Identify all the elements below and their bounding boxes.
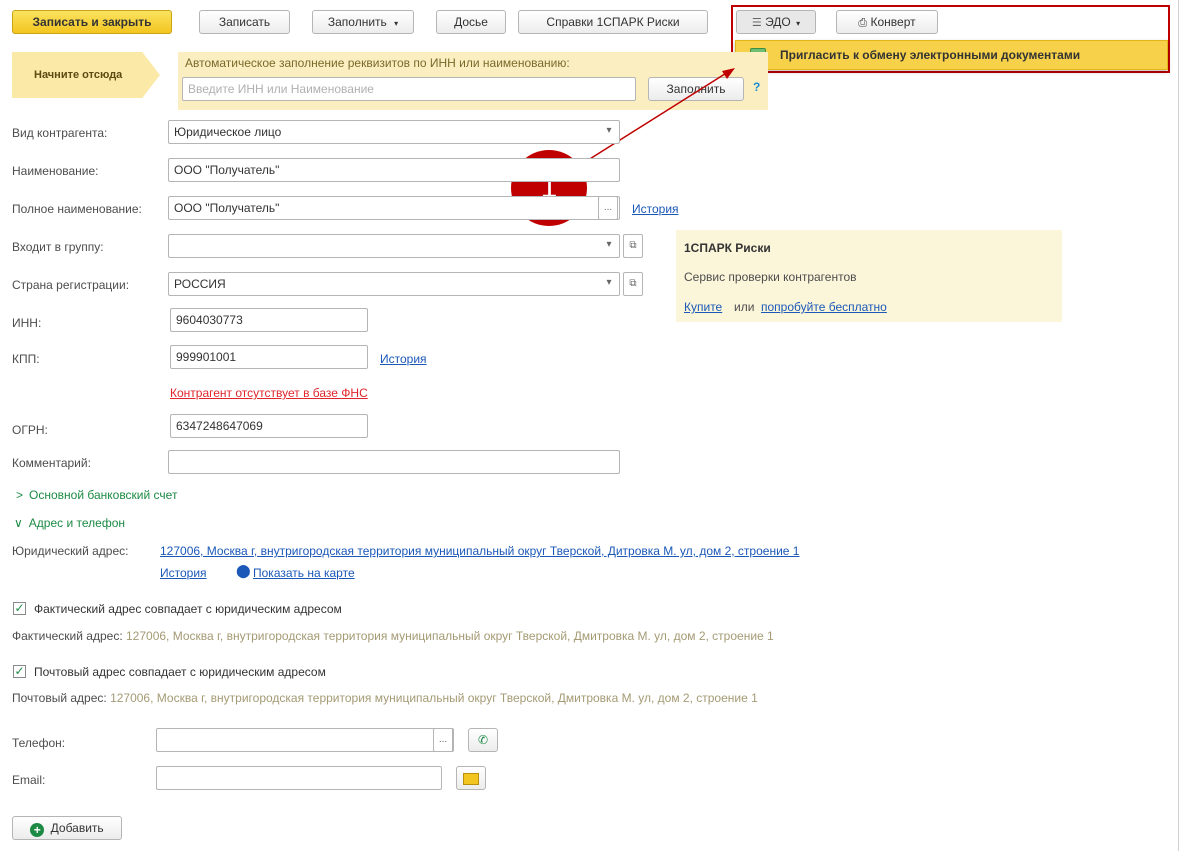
- kind-label: Вид контрагента:: [12, 126, 108, 140]
- full-name-label: Полное наименование:: [12, 202, 142, 216]
- phone-ellipsis-button[interactable]: ...: [433, 728, 453, 752]
- inn-input[interactable]: 9604030773: [170, 308, 368, 332]
- email-input[interactable]: [156, 766, 442, 790]
- kpp-value: 999901001: [176, 350, 237, 364]
- fns-warning-link[interactable]: Контрагент отсутствует в базе ФНС: [170, 386, 368, 400]
- kpp-input[interactable]: 999901001: [170, 345, 368, 369]
- address-phone-section-toggle[interactable]: ∨ Адрес и телефон: [14, 516, 125, 530]
- name-value: ООО "Получатель": [174, 163, 280, 177]
- kpp-label: КПП:: [12, 352, 40, 366]
- phone-input[interactable]: [156, 728, 454, 752]
- chevron-down-icon[interactable]: ▾: [599, 120, 619, 144]
- show-on-map-link[interactable]: Показать на карте: [253, 566, 355, 580]
- kind-value: Юридическое лицо: [174, 125, 282, 139]
- name-label: Наименование:: [12, 164, 99, 178]
- actual-address-row: Фактический адрес: 127006, Москва г, вну…: [12, 629, 774, 643]
- open-group-icon[interactable]: ⧉: [623, 234, 643, 258]
- add-label: Добавить: [50, 821, 104, 835]
- spark-subtitle: Сервис проверки контрагентов: [684, 270, 857, 284]
- actual-address-same-checkbox[interactable]: ✓: [13, 602, 26, 615]
- right-border: [1178, 0, 1179, 851]
- ogrn-value: 6347248647069: [176, 419, 263, 433]
- postal-address-value: 127006, Москва г, внутригородская террит…: [110, 691, 758, 705]
- chevron-down-icon[interactable]: ▾: [599, 272, 619, 296]
- spark-try-free-link[interactable]: попробуйте бесплатно: [761, 300, 887, 314]
- country-value: РОССИЯ: [174, 277, 226, 291]
- chevron-right-icon: >: [16, 488, 24, 502]
- open-country-icon[interactable]: ⧉: [623, 272, 643, 296]
- send-email-icon[interactable]: [456, 766, 486, 790]
- name-input[interactable]: ООО "Получатель": [168, 158, 620, 182]
- chevron-down-icon: ∨: [14, 516, 23, 530]
- ogrn-label: ОГРН:: [12, 423, 48, 437]
- add-contact-button[interactable]: + Добавить: [12, 816, 122, 840]
- email-label: Email:: [12, 773, 46, 787]
- comment-label: Комментарий:: [12, 456, 91, 470]
- chevron-down-icon[interactable]: ▾: [599, 234, 619, 258]
- legal-address-label: Юридический адрес:: [12, 544, 129, 558]
- spark-buy-link[interactable]: Купите: [684, 300, 722, 314]
- bank-account-section-toggle[interactable]: > Основной банковский счет: [16, 488, 177, 502]
- kind-select[interactable]: Юридическое лицо: [168, 120, 620, 144]
- country-select[interactable]: РОССИЯ: [168, 272, 620, 296]
- comment-input[interactable]: [168, 450, 620, 474]
- postal-address-label: Почтовый адрес:: [12, 691, 107, 705]
- phone-label: Телефон:: [12, 736, 66, 750]
- group-label: Входит в группу:: [12, 240, 104, 254]
- actual-address-same-label: Фактический адрес совпадает с юридически…: [34, 602, 342, 616]
- full-name-ellipsis-button[interactable]: ...: [598, 196, 618, 220]
- call-phone-icon[interactable]: ✆: [468, 728, 498, 752]
- actual-address-label: Фактический адрес:: [12, 629, 123, 643]
- plus-icon: +: [30, 823, 45, 837]
- inn-label: ИНН:: [12, 316, 42, 330]
- legal-address-link[interactable]: 127006, Москва г, внутригородская террит…: [160, 544, 799, 558]
- full-name-value: ООО "Получатель": [174, 201, 280, 215]
- full-name-input[interactable]: ООО "Получатель": [168, 196, 620, 220]
- spark-title: 1СПАРК Риски: [684, 241, 771, 255]
- address-section-label: Адрес и телефон: [28, 516, 126, 530]
- kpp-history-link[interactable]: История: [380, 352, 427, 366]
- full-name-history-link[interactable]: История: [632, 202, 679, 216]
- envelope-icon: [463, 773, 479, 785]
- bank-section-label: Основной банковский счет: [29, 488, 178, 502]
- ogrn-input[interactable]: 6347248647069: [170, 414, 368, 438]
- country-label: Страна регистрации:: [12, 278, 130, 292]
- inn-value: 9604030773: [176, 313, 243, 327]
- actual-address-value: 127006, Москва г, внутригородская террит…: [126, 629, 774, 643]
- postal-address-same-label: Почтовый адрес совпадает с юридическим а…: [34, 665, 326, 679]
- spark-or-text: или: [734, 300, 755, 314]
- postal-address-row: Почтовый адрес: 127006, Москва г, внутри…: [12, 691, 758, 705]
- postal-address-same-checkbox[interactable]: ✓: [13, 665, 26, 678]
- legal-address-history-link[interactable]: История: [160, 566, 207, 580]
- map-pin-icon: ⬤: [236, 563, 251, 578]
- group-select[interactable]: [168, 234, 620, 258]
